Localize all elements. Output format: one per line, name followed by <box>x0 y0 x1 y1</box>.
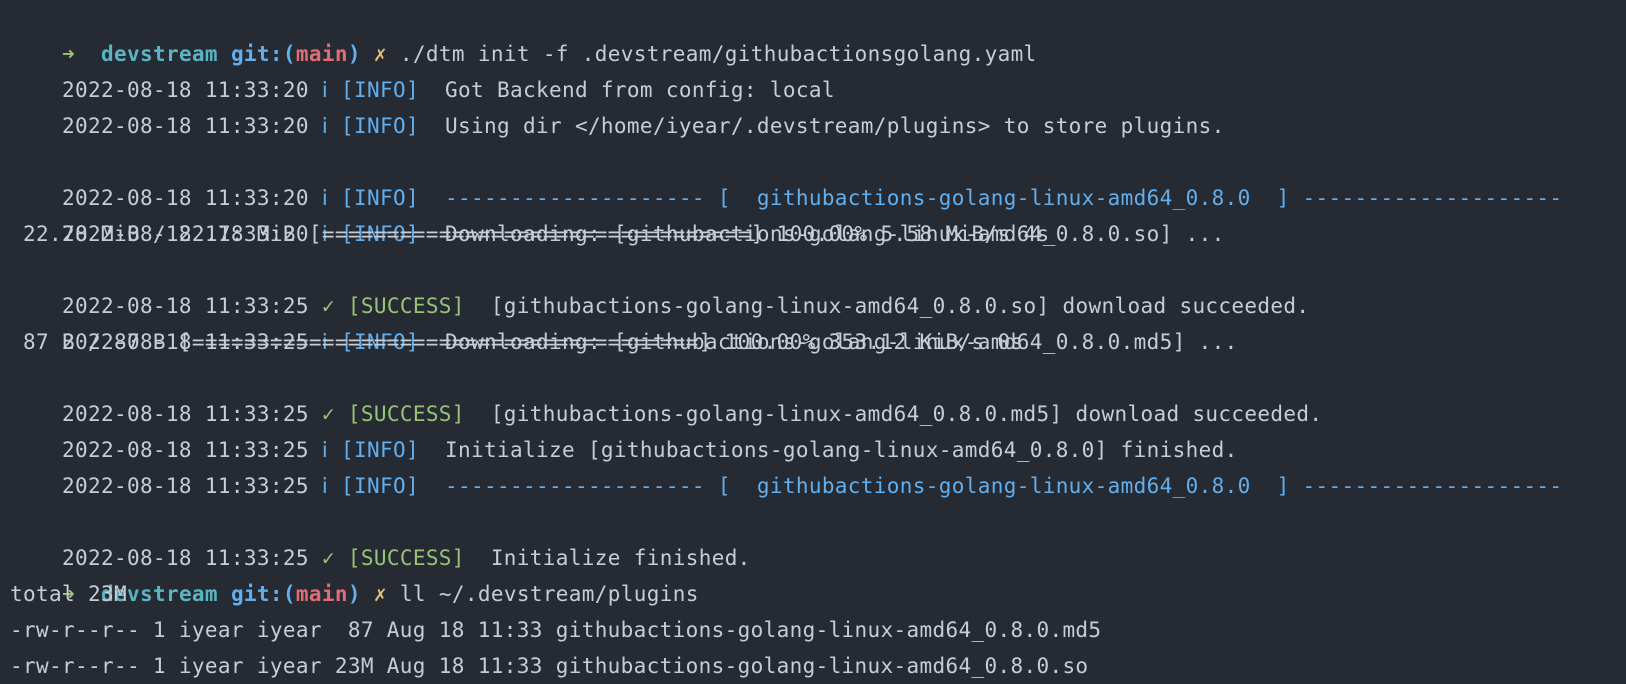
log-level-success: [SUCCESS] <box>347 402 465 426</box>
log-message: [githubactions-golang-linux-amd64_0.8.0.… <box>490 294 1310 318</box>
log-message-separator: -------------------- [ githubactions-gol… <box>445 474 1563 498</box>
log-timestamp: 2022-08-18 11:33:25 <box>61 474 309 498</box>
log-level-info: [INFO] <box>341 186 420 210</box>
log-level-success: [SUCCESS] <box>347 294 465 318</box>
log-timestamp: 2022-08-18 11:33:20 <box>61 186 309 210</box>
log-timestamp: 2022-08-18 11:33:25 <box>61 294 309 318</box>
progress-line: 22.78 MiB / 22.78 MiB [=================… <box>10 222 1050 246</box>
info-icon: ⅰ <box>321 438 329 462</box>
log-message: Initialize [githubactions-golang-linux-a… <box>445 438 1238 462</box>
log-message: Using dir </home/iyear/.devstream/plugin… <box>445 114 1225 138</box>
prompt-command: ll ~/.devstream/plugins <box>399 582 699 606</box>
check-icon: ✓ <box>321 294 335 318</box>
prompt-command: ./dtm init -f .devstream/githubactionsgo… <box>399 42 1037 66</box>
prompt-line: ➜ devstream git:(main) ✗ ./dtm init -f .… <box>10 0 1620 66</box>
log-level-info: [INFO] <box>341 114 420 138</box>
log-level-info: [INFO] <box>341 78 420 102</box>
log-line: 2022-08-18 11:33:25 ✓ [SUCCESS] [githuba… <box>10 360 1620 426</box>
arrow-right-icon: ➜ <box>61 42 75 66</box>
prompt-git-close: ) <box>347 582 361 606</box>
info-icon: ⅰ <box>321 474 329 498</box>
terminal-output[interactable]: ➜ devstream git:(main) ✗ ./dtm init -f .… <box>10 0 1620 684</box>
info-icon: ⅰ <box>321 114 329 138</box>
info-icon: ⅰ <box>321 186 329 210</box>
log-message: Got Backend from config: local <box>445 78 835 102</box>
log-timestamp: 2022-08-18 11:33:20 <box>61 114 309 138</box>
prompt-git-close: ) <box>347 42 361 66</box>
log-message: Initialize finished. <box>490 546 751 570</box>
log-timestamp: 2022-08-18 11:33:25 <box>61 546 309 570</box>
log-timestamp: 2022-08-18 11:33:20 <box>61 78 309 102</box>
x-mark-icon: ✗ <box>373 582 387 606</box>
log-line: 2022-08-18 11:33:25 ✓ [SUCCESS] [githuba… <box>10 252 1620 318</box>
log-level-info: [INFO] <box>341 474 420 498</box>
prompt-branch: main <box>295 582 348 606</box>
log-line: 2022-08-18 11:33:20 ⅰ [INFO] -----------… <box>10 144 1620 210</box>
ls-entry: -rw-r--r-- 1 iyear iyear 87 Aug 18 11:33… <box>10 618 1102 642</box>
log-message-separator: -------------------- [ githubactions-gol… <box>445 186 1563 210</box>
log-level-success: [SUCCESS] <box>347 546 465 570</box>
check-icon: ✓ <box>321 546 335 570</box>
progress-line: 87 B / 87 B [===========================… <box>10 330 1024 354</box>
prompt-git-label: git:( <box>230 42 296 66</box>
log-level-info: [INFO] <box>341 438 420 462</box>
log-line: 2022-08-18 11:33:25 ✓ [SUCCESS] Initiali… <box>10 504 1620 570</box>
prompt-git-label: git:( <box>230 582 296 606</box>
x-mark-icon: ✗ <box>373 42 387 66</box>
check-icon: ✓ <box>321 402 335 426</box>
prompt-branch: main <box>295 42 348 66</box>
log-timestamp: 2022-08-18 11:33:25 <box>61 402 309 426</box>
prompt-directory: devstream <box>100 42 218 66</box>
log-timestamp: 2022-08-18 11:33:25 <box>61 438 309 462</box>
ls-entry: -rw-r--r-- 1 iyear iyear 23M Aug 18 11:3… <box>10 654 1089 678</box>
info-icon: ⅰ <box>321 78 329 102</box>
log-message: [githubactions-golang-linux-amd64_0.8.0.… <box>490 402 1323 426</box>
